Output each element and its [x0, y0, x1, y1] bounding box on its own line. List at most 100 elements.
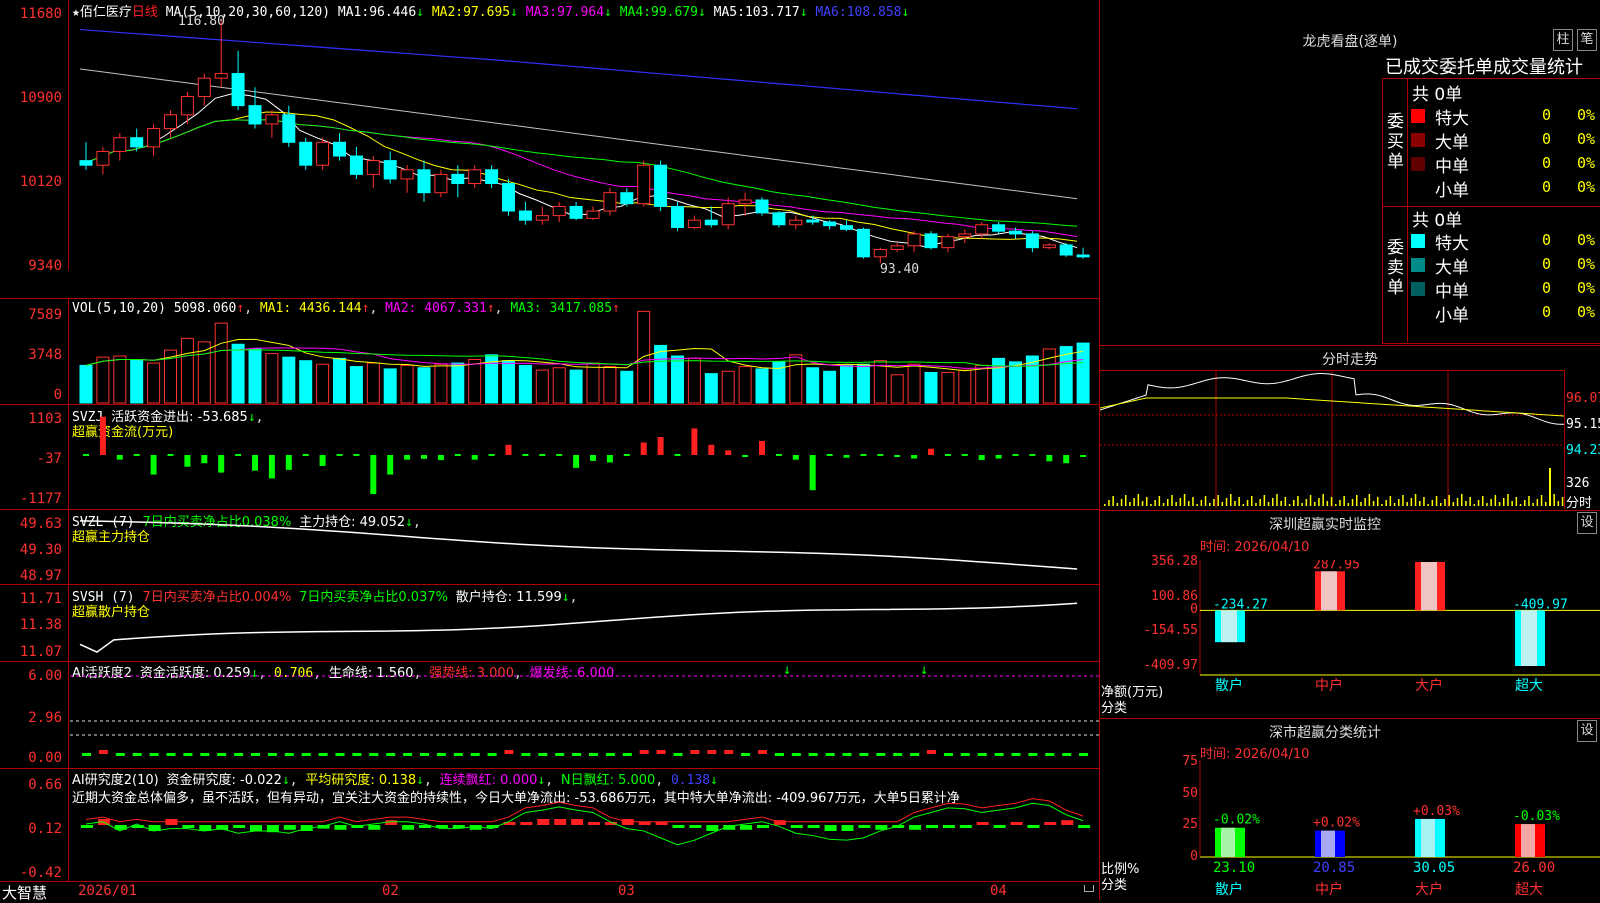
retail-holding-chart[interactable] [0, 585, 1100, 661]
candle-body [721, 203, 735, 226]
flow-bar [505, 444, 512, 455]
intraday-vol-bar [1183, 494, 1186, 506]
activity-bar [910, 753, 920, 756]
order-size-label: 大单 [1435, 133, 1469, 153]
ratio-change-label: -0.03% [1513, 809, 1560, 824]
tick-mode-button[interactable]: 笔 [1577, 29, 1597, 51]
candle-body [1025, 233, 1039, 249]
research-bar [942, 825, 955, 828]
intraday-vol-bar [1347, 503, 1350, 506]
net-amount-bar-highlight [1321, 571, 1337, 611]
intraday-vol-bar [1440, 503, 1442, 506]
activity-bar [927, 750, 936, 754]
intraday-vol-bar [1309, 495, 1312, 506]
flow-bar [657, 437, 664, 455]
date-tick: 03 [618, 883, 635, 899]
candle-body [552, 205, 566, 217]
bar-mode-button[interactable]: 柱 [1553, 29, 1573, 51]
research-chart[interactable] [0, 769, 1100, 881]
intraday-vol-bar [1116, 503, 1119, 506]
ratio-change-label: -0.02% [1213, 813, 1260, 828]
flow-bar [640, 442, 647, 455]
activity-bar [82, 753, 91, 756]
flow-bar [133, 454, 140, 456]
candle-body [366, 160, 380, 175]
volume-bar [840, 364, 853, 404]
research-bar [638, 822, 651, 825]
flow-bar [218, 455, 225, 473]
intraday-chart[interactable] [1100, 370, 1600, 510]
buy-total: 共 0单 [1412, 85, 1463, 105]
monitor-top-border [1100, 510, 1600, 511]
candle-body [772, 212, 786, 226]
volume-chart[interactable] [0, 299, 1100, 404]
candle-body [603, 192, 617, 212]
intraday-vol-bar [1234, 501, 1236, 506]
flow-bar [995, 455, 1002, 459]
intraday-vol-bar [1427, 504, 1429, 506]
flow-bar [404, 455, 411, 460]
flow-bar [421, 455, 427, 459]
intraday-vol-bar [1419, 501, 1421, 506]
order-size-label: 中单 [1435, 157, 1469, 177]
flow-bar [336, 454, 343, 456]
candle-body [333, 141, 346, 157]
volume-bar [96, 356, 110, 404]
flow-bar [471, 455, 478, 460]
activity-bar [758, 750, 767, 754]
class-settings-button[interactable]: 设 [1577, 720, 1597, 742]
activity-chart[interactable]: ↓ ↓ [0, 662, 1100, 768]
intraday-vol-bar [1150, 504, 1152, 506]
ratio-chart[interactable]: -0.02% 23.10 散户 +0.02% 20.85 中户 +0.03% 30.05 大户 -… [1100, 760, 1600, 900]
class-xlabel: 分类 [1101, 878, 1128, 893]
activity-bar [98, 750, 108, 754]
activity-bar [842, 753, 852, 756]
intraday-vol-bar [1515, 497, 1518, 506]
intraday-vol-bar [1461, 494, 1463, 506]
lock-icon[interactable] [1084, 885, 1094, 892]
activity-bar [639, 750, 649, 754]
net-amount-bar-highlight [1521, 610, 1537, 666]
intraday-vol-bar [1532, 503, 1534, 506]
candle-body [1059, 244, 1073, 256]
candlestick-chart[interactable] [0, 0, 1100, 270]
candle-body [434, 173, 448, 194]
intraday-vol-bar [1486, 503, 1488, 506]
flow-bar [590, 455, 596, 461]
fund-flow-chart[interactable] [0, 405, 1100, 509]
order-color-swatch [1411, 181, 1425, 195]
flow-bar [1012, 454, 1019, 456]
candle-body [451, 173, 465, 185]
chart-area[interactable]: 11680 10900 10120 9340 ★佰仁医疗日线 MA(5,10,2… [0, 0, 1100, 902]
net-amount-chart[interactable]: -234.27 散户 287.95 中户 356.28 大户 -409.97 超大 [1100, 560, 1600, 720]
intraday-vol-bar [1276, 494, 1278, 506]
flow-bar [522, 454, 529, 456]
class-category: 超大 [1515, 882, 1543, 898]
monitor-category: 中户 [1315, 677, 1343, 694]
candle-body [992, 224, 1006, 232]
monitor-settings-button[interactable]: 设 [1577, 512, 1597, 534]
ratio-bar-highlight [1321, 830, 1335, 857]
flow-bar [877, 454, 884, 456]
intraday-vol-bar [1536, 499, 1539, 506]
intraday-vol-bar [1452, 502, 1455, 506]
order-color-swatch [1411, 157, 1425, 171]
intraday-vol-bar [1511, 501, 1513, 506]
flow-bar [860, 454, 867, 456]
monitor-category: 超大 [1515, 678, 1543, 694]
volume-bar [924, 371, 938, 404]
volume-bar [975, 364, 989, 404]
intraday-vol-bar [1200, 500, 1203, 506]
class-top-border [1100, 718, 1600, 719]
research-bar [537, 819, 550, 825]
volume-bar [113, 355, 127, 404]
ratio-bar-highlight [1221, 827, 1235, 857]
flow-bar [1046, 455, 1053, 462]
research-bar [182, 825, 195, 828]
research-bar [81, 825, 93, 828]
order-color-swatch [1411, 234, 1425, 248]
volume-bar [586, 362, 600, 404]
candle-body [687, 219, 701, 229]
activity-bar [707, 750, 717, 754]
main-holding-chart[interactable] [0, 510, 1100, 584]
